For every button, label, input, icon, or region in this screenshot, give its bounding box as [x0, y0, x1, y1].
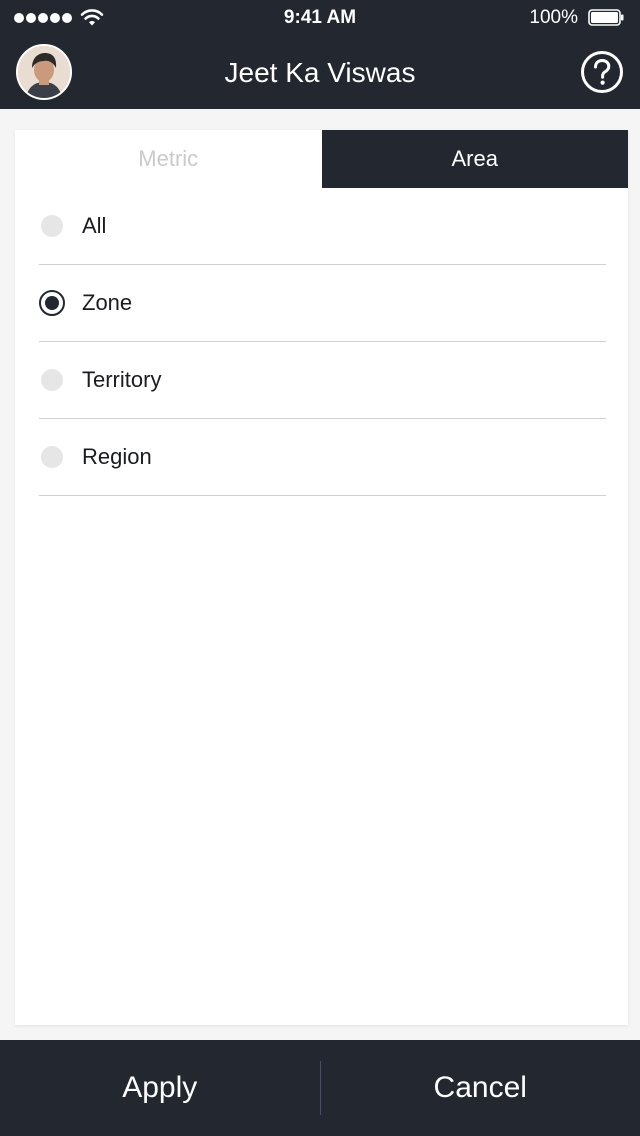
- option-territory[interactable]: Territory: [39, 342, 606, 419]
- option-all[interactable]: All: [39, 188, 606, 265]
- apply-button[interactable]: Apply: [0, 1040, 320, 1136]
- header-bar: Jeet Ka Viswas: [0, 36, 640, 109]
- radio-unselected-icon[interactable]: [41, 446, 63, 468]
- option-label: All: [82, 213, 107, 238]
- tab-metric[interactable]: Metric: [15, 130, 322, 188]
- filter-panel: Metric Area All Zone Territory Region: [15, 130, 628, 1025]
- cancel-button[interactable]: Cancel: [321, 1040, 640, 1136]
- filter-tabs: Metric Area: [15, 130, 628, 188]
- page-title: Jeet Ka Viswas: [224, 57, 416, 88]
- status-bar: 9:41 AM 100%: [0, 0, 640, 36]
- option-zone[interactable]: Zone: [39, 265, 606, 342]
- help-button[interactable]: [580, 50, 624, 94]
- option-label: Region: [82, 444, 152, 469]
- tab-area[interactable]: Area: [321, 130, 628, 188]
- option-region[interactable]: Region: [39, 419, 606, 496]
- battery-icon: [588, 9, 624, 26]
- action-bar: Apply Cancel: [0, 1040, 640, 1136]
- radio-unselected-icon[interactable]: [41, 369, 63, 391]
- option-label: Zone: [82, 290, 133, 315]
- radio-unselected-icon[interactable]: [41, 215, 63, 237]
- area-options-list: All Zone Territory Region: [39, 188, 606, 496]
- option-label: Territory: [82, 367, 162, 392]
- radio-selected-icon[interactable]: [39, 290, 65, 316]
- question-circle-icon: [581, 51, 623, 93]
- battery-percent: 100%: [529, 7, 578, 28]
